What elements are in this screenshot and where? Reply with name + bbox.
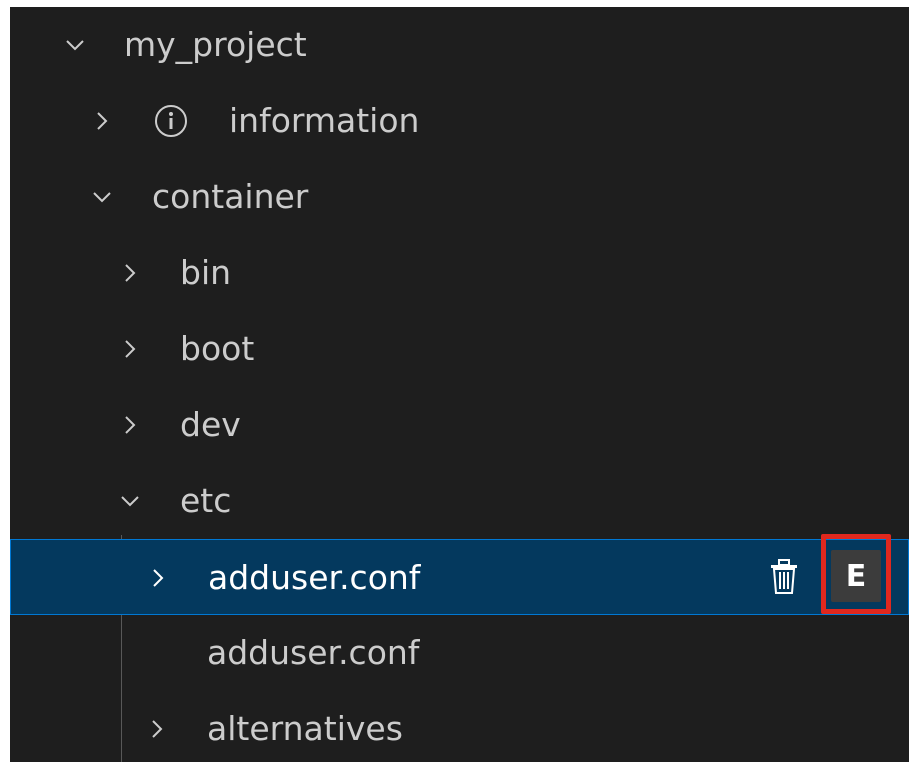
trash-icon[interactable]: [768, 540, 800, 614]
tree-item-label: my_project: [124, 25, 307, 64]
chevron-right-icon[interactable]: [138, 540, 178, 616]
tree-item-alternatives[interactable]: alternatives: [10, 691, 909, 767]
tree-item-adduser-conf-file[interactable]: adduser.conf: [10, 615, 909, 691]
tree-item-label: adduser.conf: [208, 558, 421, 597]
chevron-down-icon[interactable]: [82, 159, 122, 235]
tree-item-boot[interactable]: boot: [10, 311, 909, 387]
chevron-down-icon[interactable]: [55, 7, 95, 83]
tree-item-label: bin: [180, 253, 232, 292]
tree-item-adduser-conf-folder[interactable]: adduser.conf E: [10, 534, 909, 616]
tree-item-container[interactable]: container: [10, 159, 909, 235]
tree-item-etc[interactable]: etc: [10, 463, 909, 539]
tree-item-label: information: [229, 101, 420, 140]
edit-button[interactable]: E: [831, 550, 881, 602]
explorer-panel: my_project information container bin boo…: [10, 7, 909, 762]
chevron-right-icon[interactable]: [110, 235, 150, 311]
tree-item-label: dev: [180, 405, 241, 444]
info-icon: [154, 83, 188, 159]
tree-item-information[interactable]: information: [10, 83, 909, 159]
tree-item-label: container: [152, 177, 309, 216]
tree-item-label: boot: [180, 329, 255, 368]
chevron-down-icon[interactable]: [110, 463, 150, 539]
tree-item-bin[interactable]: bin: [10, 235, 909, 311]
tree-item-label: adduser.conf: [207, 633, 420, 672]
chevron-right-icon[interactable]: [110, 387, 150, 463]
chevron-right-icon[interactable]: [82, 83, 122, 159]
tree-item-my-project[interactable]: my_project: [10, 7, 909, 83]
tree-item-label: etc: [180, 481, 232, 520]
chevron-right-icon[interactable]: [137, 691, 177, 767]
chevron-right-icon[interactable]: [110, 311, 150, 387]
tree-item-dev[interactable]: dev: [10, 387, 909, 463]
tree-item-label: alternatives: [207, 709, 403, 748]
